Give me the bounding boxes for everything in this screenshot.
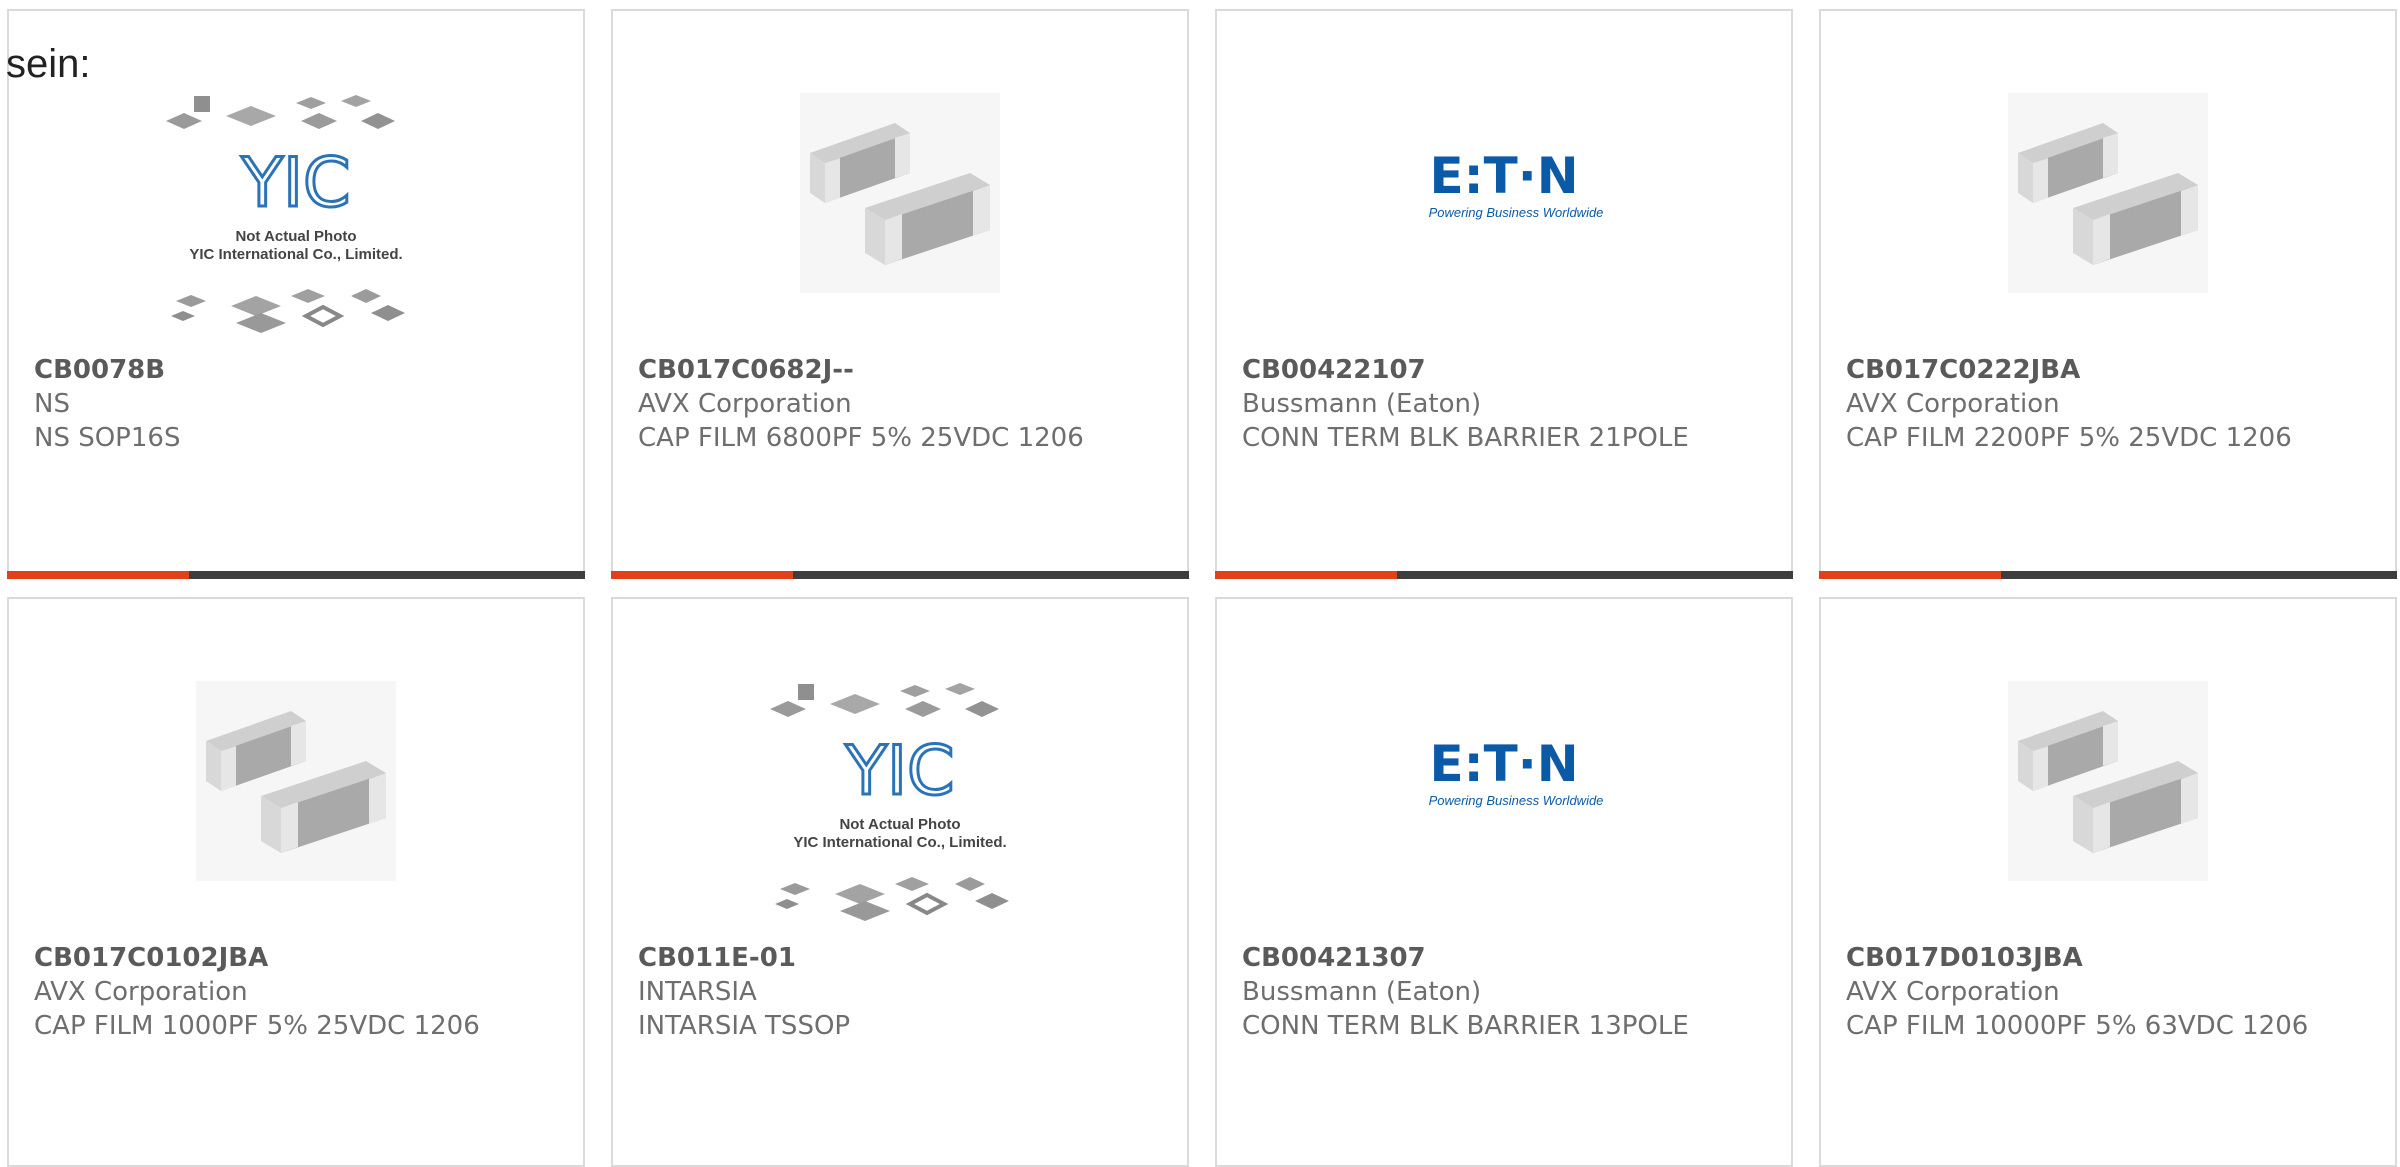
yic-placeholder-image: YIC Not Actual Photo YIC International C… <box>166 95 405 333</box>
product-info: CB017C0682J-- AVX Corporation CAP FILM 680… <box>638 353 1167 455</box>
svg-text:Powering Business Worldwide: Powering Business Worldwide <box>1429 205 1604 220</box>
product-info: CB017C0222JBA AVX Corporation CAP FILM 220… <box>1846 353 2375 455</box>
manufacturer: AVX Corporation <box>34 977 248 1007</box>
svg-text:E:T·N: E:T·N <box>1429 147 1578 205</box>
svg-text:YIC International Co., Limited: YIC International Co., Limited. <box>793 834 1006 851</box>
svg-text:YIC: YIC <box>240 144 350 223</box>
product-image[interactable] <box>2008 93 2208 293</box>
product-info: CB0078B NS NS SOP16S <box>34 353 563 455</box>
svg-text:YIC: YIC <box>844 732 954 811</box>
text-fragment: sein: <box>6 42 91 86</box>
part-number[interactable]: CB011E-01 <box>638 941 1167 975</box>
product-description: CONN TERM BLK BARRIER 21POLE <box>1242 423 1689 453</box>
card-accent-bar <box>7 571 189 579</box>
product-image[interactable] <box>2008 681 2208 881</box>
product-info: CB00421307 Bussmann (Eaton) CONN TERM BLK … <box>1242 941 1771 1043</box>
product-card[interactable]: CB017C0682J-- AVX Corporation CAP FILM 680… <box>611 9 1189 579</box>
manufacturer: AVX Corporation <box>1846 389 2060 419</box>
manufacturer: NS <box>34 389 70 419</box>
product-card[interactable]: YIC Not Actual Photo YIC International C… <box>611 597 1189 1167</box>
product-image[interactable] <box>800 93 1000 293</box>
product-description: CONN TERM BLK BARRIER 13POLE <box>1242 1011 1689 1041</box>
product-description: CAP FILM 2200PF 5% 25VDC 1206 <box>1846 423 2292 453</box>
eaton-logo-image: E:T·N Powering Business Worldwide <box>1429 735 1604 808</box>
card-bottom-bar <box>611 571 1189 579</box>
product-info: CB017C0102JBA AVX Corporation CAP FILM 100… <box>34 941 563 1043</box>
manufacturer: AVX Corporation <box>1846 977 2060 1007</box>
product-card[interactable]: CB017D0103JBA AVX Corporation CAP FILM 100… <box>1819 597 2397 1167</box>
product-card[interactable]: E:T·N Powering Business Worldwide CB0042… <box>1215 597 1793 1167</box>
svg-text:E:T·N: E:T·N <box>1429 735 1578 793</box>
capacitor-image <box>2018 711 2198 853</box>
manufacturer: AVX Corporation <box>638 389 852 419</box>
product-image[interactable] <box>196 681 396 881</box>
product-card[interactable]: E:T·N Powering Business Worldwide CB0042… <box>1215 9 1793 579</box>
manufacturer: Bussmann (Eaton) <box>1242 977 1482 1007</box>
svg-text:Powering Business Worldwide: Powering Business Worldwide <box>1429 793 1604 808</box>
product-description: CAP FILM 6800PF 5% 25VDC 1206 <box>638 423 1084 453</box>
product-info: CB011E-01 INTARSIA INTARSIA TSSOP <box>638 941 1167 1043</box>
capacitor-image <box>2018 123 2198 265</box>
product-description: CAP FILM 1000PF 5% 25VDC 1206 <box>34 1011 480 1041</box>
part-number[interactable]: CB017C0682J-- <box>638 353 1167 387</box>
manufacturer: Bussmann (Eaton) <box>1242 389 1482 419</box>
product-description: CAP FILM 10000PF 5% 63VDC 1206 <box>1846 1011 2309 1041</box>
svg-text:Not Actual Photo: Not Actual Photo <box>235 228 356 245</box>
eaton-logo-image: E:T·N Powering Business Worldwide <box>1429 147 1604 220</box>
card-bottom-bar <box>7 571 585 579</box>
capacitor-image <box>206 711 386 853</box>
product-info: CB017D0103JBA AVX Corporation CAP FILM 100… <box>1846 941 2375 1043</box>
card-accent-bar <box>1215 571 1397 579</box>
part-number[interactable]: CB0078B <box>34 353 563 387</box>
card-accent-bar <box>1819 571 2001 579</box>
product-description: NS SOP16S <box>34 423 181 453</box>
card-bottom-bar <box>1819 571 2397 579</box>
part-number[interactable]: CB00421307 <box>1242 941 1771 975</box>
yic-placeholder-image: YIC Not Actual Photo YIC International C… <box>770 683 1009 921</box>
product-card[interactable]: CB017C0222JBA AVX Corporation CAP FILM 220… <box>1819 9 2397 579</box>
product-image[interactable]: E:T·N Powering Business Worldwide <box>1404 733 1604 817</box>
product-card[interactable]: YIC Not Actual Photo YIC International C… <box>7 9 585 579</box>
product-grid: YIC Not Actual Photo YIC International C… <box>0 0 2400 1167</box>
capacitor-image <box>810 123 990 265</box>
card-accent-bar <box>611 571 793 579</box>
part-number[interactable]: CB017C0222JBA <box>1846 353 2375 387</box>
product-image[interactable]: E:T·N Powering Business Worldwide <box>1404 145 1604 229</box>
product-image[interactable]: YIC Not Actual Photo YIC International C… <box>156 91 436 341</box>
product-image[interactable]: YIC Not Actual Photo YIC International C… <box>760 679 1040 929</box>
manufacturer: INTARSIA <box>638 977 757 1007</box>
part-number[interactable]: CB017C0102JBA <box>34 941 563 975</box>
part-number[interactable]: CB017D0103JBA <box>1846 941 2375 975</box>
part-number[interactable]: CB00422107 <box>1242 353 1771 387</box>
card-bottom-bar <box>1215 571 1793 579</box>
svg-text:YIC International Co., Limited: YIC International Co., Limited. <box>189 246 402 263</box>
svg-text:Not Actual Photo: Not Actual Photo <box>839 816 960 833</box>
product-description: INTARSIA TSSOP <box>638 1011 851 1041</box>
product-info: CB00422107 Bussmann (Eaton) CONN TERM BLK … <box>1242 353 1771 455</box>
product-card[interactable]: CB017C0102JBA AVX Corporation CAP FILM 100… <box>7 597 585 1167</box>
